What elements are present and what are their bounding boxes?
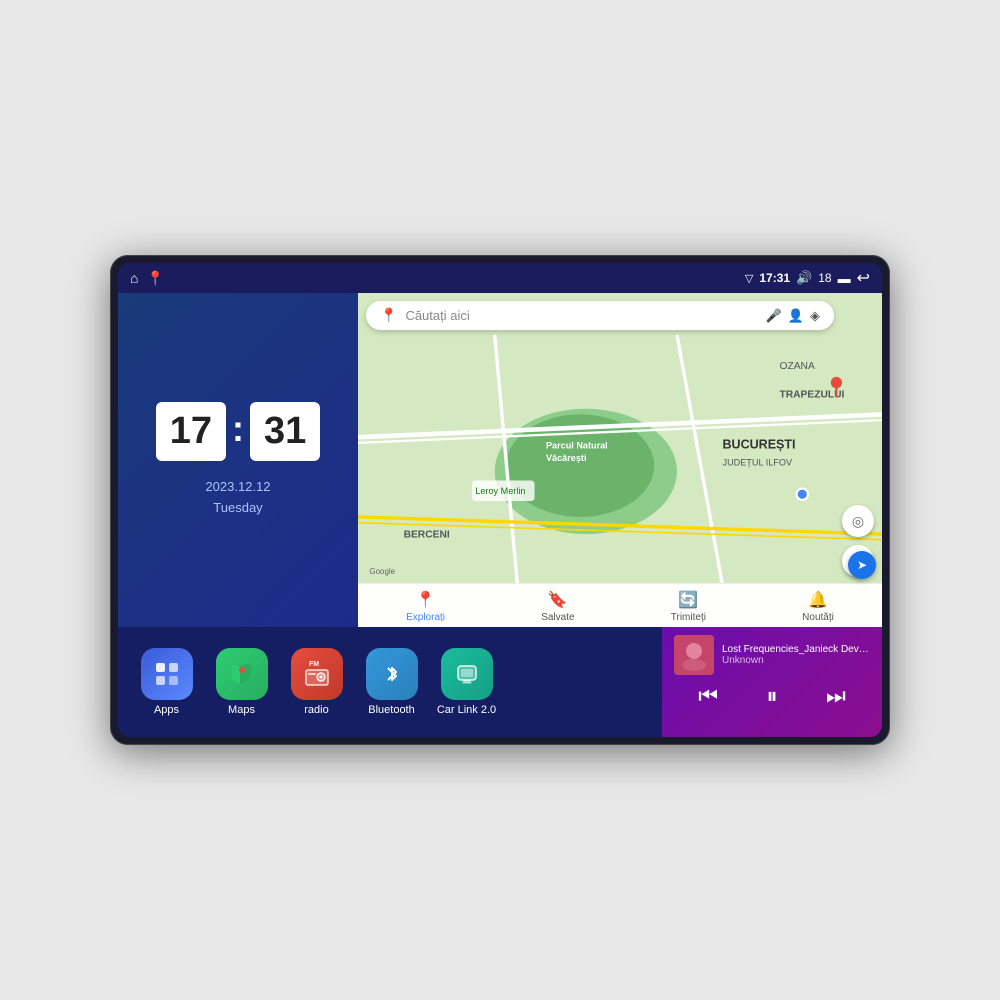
svg-text:Văcărești: Văcărești (546, 453, 587, 463)
svg-text:BUCUREȘTI: BUCUREȘTI (723, 438, 796, 452)
bluetooth-icon (366, 648, 418, 700)
hours-block: 17 (156, 402, 226, 461)
news-icon: 🔔 (808, 590, 828, 610)
clock-panel: 17 : 31 2023.12.12 Tuesday (118, 293, 358, 627)
next-button[interactable]: ⏭ (826, 683, 846, 709)
carlink-icon (441, 648, 493, 700)
bottom-section: Apps Maps (118, 627, 882, 737)
app-item-maps[interactable]: Maps (209, 648, 274, 716)
map-search-bar[interactable]: 📍 Căutați aici 🎤 👤 ◈ (366, 301, 834, 330)
status-right-icons: ▽ 17:31 🔊 18 ▬ ↩ (745, 268, 870, 288)
clock-date: 2023.12.12 Tuesday (205, 477, 270, 519)
music-player: Lost Frequencies_Janieck Devy-... Unknow… (662, 627, 882, 737)
status-bar: ⌂ 📍 ▽ 17:31 🔊 18 ▬ ↩ (118, 263, 882, 293)
svg-text:JUDEȚUL ILFOV: JUDEȚUL ILFOV (723, 458, 793, 468)
bluetooth-label: Bluetooth (368, 704, 414, 716)
day-value: Tuesday (205, 498, 270, 519)
music-controls: ⏮ ⏸ ⏭ (674, 683, 870, 709)
signal-icon: ▽ (745, 272, 753, 285)
svg-text:Leroy Merlin: Leroy Merlin (475, 486, 525, 496)
carlink-label: Car Link 2.0 (437, 704, 496, 716)
mic-icon[interactable]: 🎤 (766, 308, 782, 324)
map-pin-icon: 📍 (380, 307, 397, 324)
navigate-button[interactable]: ➤ (848, 551, 876, 579)
nav-trimiteți[interactable]: 🔄 Trimiteți (671, 590, 706, 623)
hours-value: 17 (170, 410, 212, 453)
battery-level: 18 (818, 271, 831, 285)
layers-icon[interactable]: ◈ (810, 308, 820, 324)
nav-explorați[interactable]: 📍 Explorați (406, 590, 445, 623)
app-dock: Apps Maps (118, 627, 662, 737)
play-pause-button[interactable]: ⏸ (766, 683, 777, 709)
svg-text:FM: FM (309, 661, 319, 668)
explore-icon: 📍 (416, 590, 436, 610)
saved-label: Salvate (541, 612, 574, 623)
screen: ⌂ 📍 ▽ 17:31 🔊 18 ▬ ↩ 17 (118, 263, 882, 737)
location-button[interactable]: ◎ (842, 505, 874, 537)
status-left-icons: ⌂ 📍 (130, 270, 164, 287)
account-icon[interactable]: 👤 (788, 308, 804, 324)
top-section: 17 : 31 2023.12.12 Tuesday (118, 293, 882, 627)
nav-noutăți[interactable]: 🔔 Noutăți (802, 590, 834, 623)
share-label: Trimiteți (671, 612, 706, 623)
music-text: Lost Frequencies_Janieck Devy-... Unknow… (722, 644, 870, 666)
map-panel[interactable]: 📍 Căutați aici 🎤 👤 ◈ (358, 293, 882, 627)
saved-icon: 🔖 (548, 590, 568, 610)
minutes-block: 31 (250, 402, 320, 461)
svg-text:Google: Google (369, 567, 395, 576)
battery-icon: ▬ (838, 271, 851, 286)
app-item-apps[interactable]: Apps (134, 648, 199, 716)
maps-icon (216, 648, 268, 700)
map-search-actions: 🎤 👤 ◈ (766, 308, 820, 324)
car-head-unit: ⌂ 📍 ▽ 17:31 🔊 18 ▬ ↩ 17 (110, 255, 890, 745)
svg-text:TRAPEZULUI: TRAPEZULUI (779, 389, 844, 400)
app-item-carlink[interactable]: Car Link 2.0 (434, 648, 499, 716)
minutes-value: 31 (264, 410, 306, 453)
nav-salvate[interactable]: 🔖 Salvate (541, 590, 574, 623)
app-item-bluetooth[interactable]: Bluetooth (359, 648, 424, 716)
svg-text:BERCENI: BERCENI (404, 529, 450, 540)
explore-label: Explorați (406, 612, 445, 623)
home-icon[interactable]: ⌂ (130, 270, 138, 286)
main-content: 17 : 31 2023.12.12 Tuesday (118, 293, 882, 737)
clock-colon: : (232, 408, 244, 450)
location-icon: ◎ (852, 513, 864, 530)
share-icon: 🔄 (678, 590, 698, 610)
apps-label: Apps (154, 704, 179, 716)
map-bottom-nav: 📍 Explorați 🔖 Salvate 🔄 Trimiteți � (358, 583, 882, 627)
search-placeholder: Căutați aici (405, 308, 757, 323)
music-info: Lost Frequencies_Janieck Devy-... Unknow… (674, 635, 870, 675)
map-background: TRAPEZULUI OZANA BUCUREȘTI JUDEȚUL ILFOV… (358, 293, 882, 627)
song-title: Lost Frequencies_Janieck Devy-... (722, 644, 870, 655)
song-artist: Unknown (722, 655, 870, 666)
app-item-radio[interactable]: FM radio (284, 648, 349, 716)
clock-display: 17 : 31 (156, 402, 321, 461)
svg-text:Parcul Natural: Parcul Natural (546, 441, 608, 451)
date-value: 2023.12.12 (205, 477, 270, 498)
time-display: 17:31 (759, 271, 790, 285)
maps-label: Maps (228, 704, 255, 716)
news-label: Noutăți (802, 612, 834, 623)
radio-icon: FM (291, 648, 343, 700)
back-icon[interactable]: ↩ (857, 268, 870, 288)
volume-icon[interactable]: 🔊 (796, 270, 812, 286)
apps-icon (141, 648, 193, 700)
maps-status-icon[interactable]: 📍 (146, 270, 163, 287)
radio-label: radio (304, 704, 328, 716)
album-art (674, 635, 714, 675)
prev-button[interactable]: ⏮ (698, 683, 718, 709)
svg-text:OZANA: OZANA (779, 361, 814, 372)
